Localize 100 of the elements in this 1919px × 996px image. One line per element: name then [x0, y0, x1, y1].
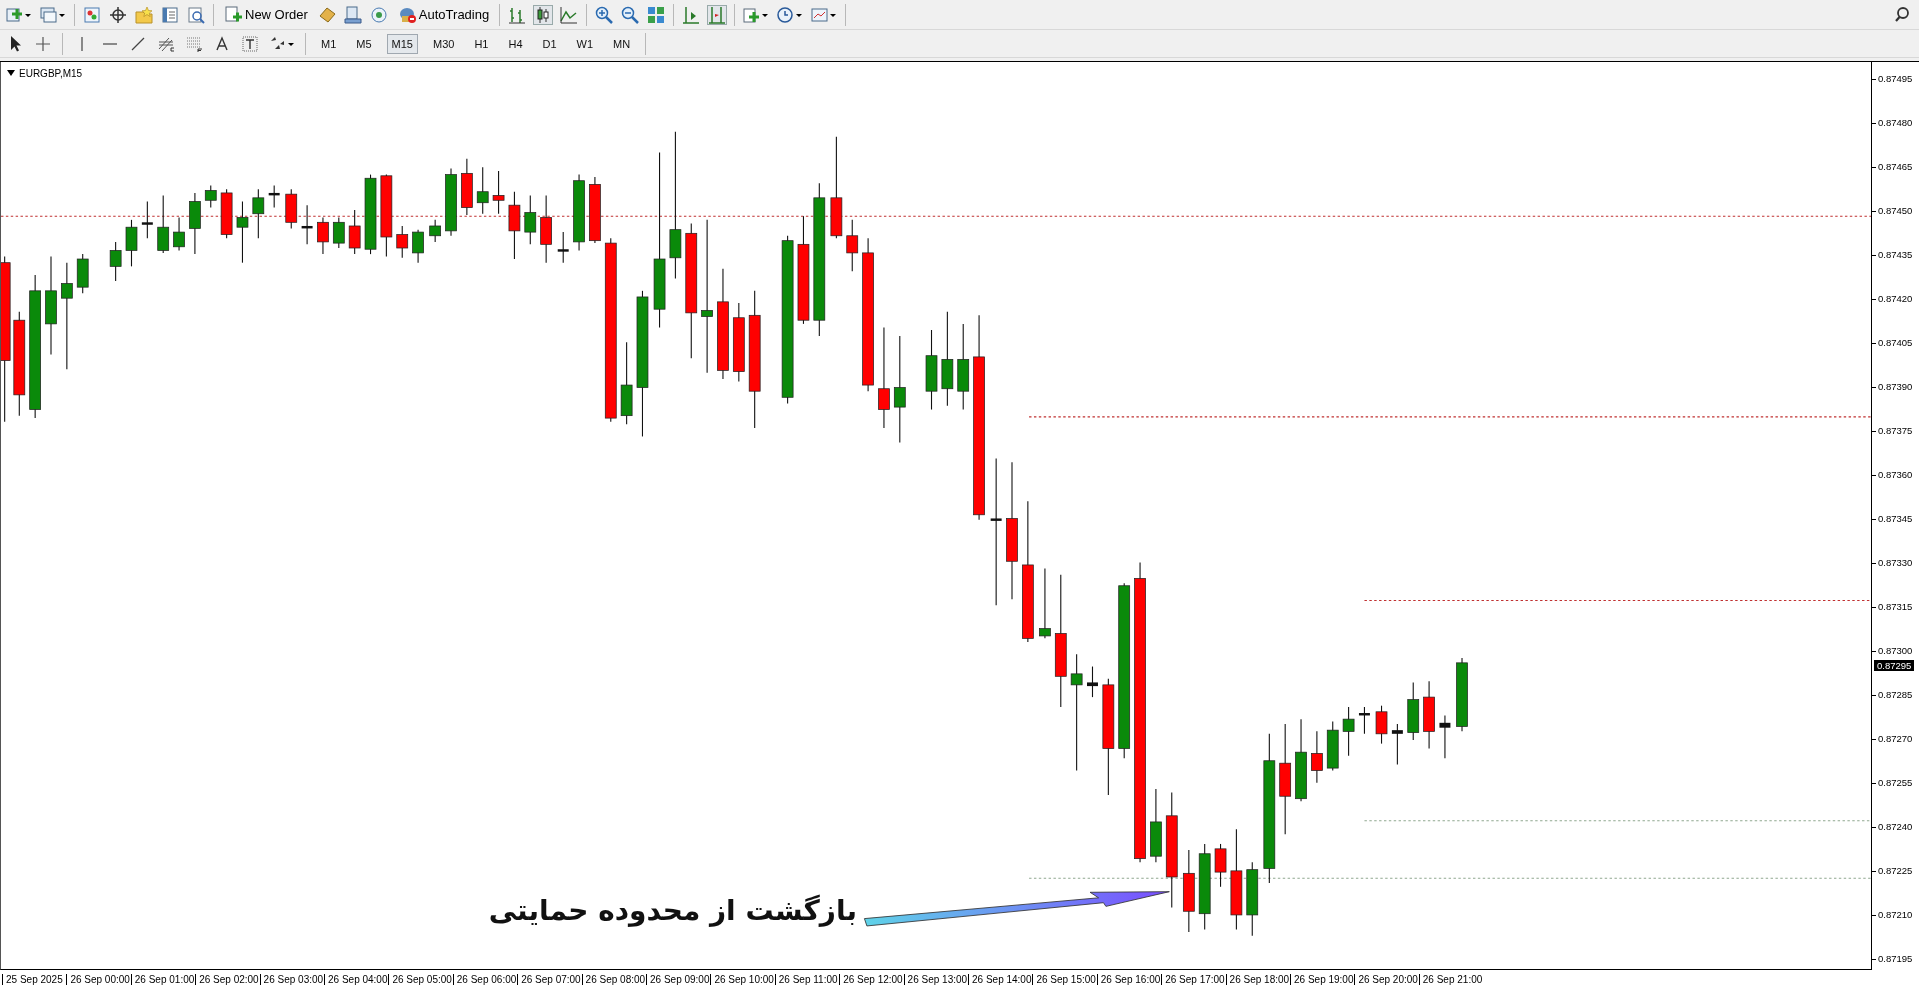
- time-label: 26 Sep 19:00: [1290, 974, 1354, 985]
- time-label: 26 Sep 04:00: [324, 974, 388, 985]
- candle: [1214, 843, 1227, 888]
- crosshair-icon[interactable]: [109, 5, 127, 24]
- candle: [189, 192, 201, 255]
- time-label: 26 Sep 12:00: [839, 974, 903, 985]
- candle: [412, 229, 424, 264]
- price-label: 0.87255: [1872, 776, 1913, 788]
- text-tool-icon[interactable]: [213, 34, 231, 53]
- price-label: 0.87360: [1872, 468, 1913, 480]
- time-label: 26 Sep 11:00: [774, 974, 838, 985]
- timeframe-button[interactable]: M1: [316, 33, 342, 54]
- timeframe-button[interactable]: M30: [427, 33, 460, 54]
- timeframe-button[interactable]: MN: [608, 33, 636, 54]
- candle: [492, 170, 505, 215]
- time-label: 26 Sep 16:00: [1096, 974, 1161, 985]
- auto-scroll-icon[interactable]: [682, 5, 701, 24]
- price-label: 0.87480: [1872, 116, 1913, 128]
- price-label: 0.87195: [1872, 952, 1913, 964]
- candle: [173, 216, 185, 251]
- price-label: 0.87375: [1872, 424, 1913, 436]
- timeframe-button[interactable]: W1: [571, 33, 599, 54]
- price-label: 0.87240: [1872, 820, 1913, 832]
- price-label: 0.87450: [1872, 204, 1913, 216]
- candle: [109, 241, 122, 282]
- time-label: 26 Sep 18:00: [1225, 974, 1290, 985]
- candle: [204, 185, 217, 209]
- star-folder-icon[interactable]: [135, 5, 153, 24]
- candle: [461, 158, 473, 216]
- candle: [141, 200, 153, 239]
- time-label: 26 Sep 21:00: [1418, 974, 1483, 985]
- price-label: 0.87330: [1872, 556, 1913, 568]
- candle: [252, 188, 265, 239]
- candle: [429, 219, 441, 243]
- candle: [1407, 681, 1420, 741]
- price-label: 0.87285: [1872, 688, 1913, 700]
- candle: [1039, 568, 1051, 639]
- candle: [1311, 730, 1323, 784]
- clock-icon[interactable]: [777, 5, 804, 24]
- time-label: 26 Sep 09:00: [646, 974, 710, 985]
- candle: [268, 185, 280, 209]
- price-label: 0.87495: [1872, 72, 1913, 84]
- price-label: 0.87405: [1872, 336, 1913, 348]
- new-chart-icon[interactable]: [6, 5, 32, 24]
- timeframe-button[interactable]: M5: [351, 33, 377, 54]
- market-watch-icon[interactable]: [83, 5, 101, 24]
- price-label: 0.87390: [1872, 380, 1913, 392]
- auto-trading-button[interactable]: AutoTrading: [395, 3, 492, 26]
- candle: [76, 253, 89, 294]
- price-label: 0.87300: [1872, 644, 1913, 656]
- candle: [348, 209, 361, 255]
- price-label: 0.87270: [1872, 732, 1913, 744]
- candle: [317, 216, 329, 255]
- text-label-icon[interactable]: [241, 34, 259, 53]
- timeframe-button[interactable]: M15: [386, 33, 418, 54]
- navigator-icon[interactable]: [161, 5, 179, 24]
- price-label: 0.87435: [1872, 248, 1913, 260]
- candle: [236, 200, 249, 264]
- candle: [1375, 705, 1388, 745]
- candle: [332, 216, 345, 249]
- time-label: 25 Sep 2025: [2, 974, 63, 985]
- line-chart-icon[interactable]: [560, 5, 579, 24]
- indicators-icon[interactable]: [743, 5, 770, 24]
- candle: [1391, 723, 1403, 765]
- bar-chart-icon[interactable]: [508, 5, 527, 24]
- time-label: 26 Sep 01:00: [130, 974, 195, 985]
- profiles-icon[interactable]: [40, 5, 66, 24]
- tile-windows-icon[interactable]: [647, 5, 666, 24]
- chart-shift-icon[interactable]: [708, 5, 727, 24]
- time-label: 26 Sep 13:00: [903, 974, 968, 985]
- candle: [524, 194, 537, 245]
- zoom-out-icon[interactable]: [621, 5, 640, 24]
- candle: [396, 225, 409, 259]
- candle: [1358, 706, 1370, 735]
- candle: [589, 176, 601, 244]
- candle: [445, 167, 457, 237]
- candle: [220, 188, 233, 239]
- time-label: 26 Sep 10:00: [710, 974, 774, 985]
- candle: [557, 231, 569, 264]
- candlestick-icon[interactable]: [534, 5, 553, 24]
- candle: [1326, 721, 1339, 772]
- fibo-levels-icon[interactable]: [185, 34, 203, 53]
- candle: [476, 166, 489, 215]
- timeframe-button[interactable]: D1: [537, 33, 562, 54]
- new-order-button[interactable]: New Order: [222, 3, 310, 26]
- time-label: 26 Sep 06:00: [452, 974, 517, 985]
- price-label: 0.87345: [1872, 512, 1913, 524]
- templates-icon[interactable]: [811, 5, 838, 24]
- tester-icon[interactable]: [187, 5, 205, 24]
- gem-icon[interactable]: [317, 5, 336, 24]
- candle: [285, 188, 298, 229]
- candle: [125, 219, 138, 267]
- price-label: 0.87465: [1872, 160, 1913, 172]
- timeframe-button[interactable]: H1: [469, 33, 494, 54]
- zoom-in-icon[interactable]: [595, 5, 614, 24]
- time-label: 26 Sep 20:00: [1354, 974, 1418, 985]
- candle: [1087, 665, 1098, 698]
- timeframe-button[interactable]: H4: [503, 33, 528, 54]
- time-label: 26 Sep 05:00: [388, 974, 452, 985]
- chart-symbol-title: EURGBP,M15: [19, 67, 83, 79]
